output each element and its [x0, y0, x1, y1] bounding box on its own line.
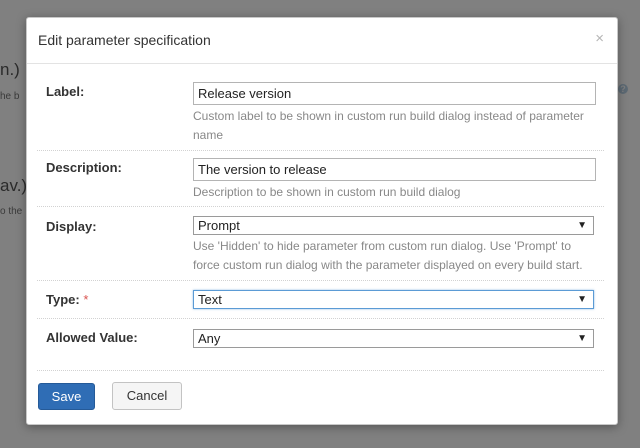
type-control: Text ▼ [193, 290, 596, 309]
dropdown-arrow-icon: ▼ [577, 333, 587, 344]
type-select[interactable]: Text ▼ [193, 290, 594, 309]
description-help-text: Description to be shown in custom run bu… [193, 185, 461, 199]
background-subtext: he b [0, 91, 20, 102]
allowed-value-row: Allowed Value: Any ▼ [37, 318, 604, 371]
display-field-label: Display: [46, 219, 97, 234]
description-control: The version to release Description to be… [193, 158, 596, 202]
allowed-value-select-value: Any [198, 331, 221, 346]
label-control: Release version Custom label to be shown… [193, 82, 596, 145]
question-icon: ? [618, 84, 628, 94]
type-select-value: Text [198, 292, 222, 307]
label-help-text: Custom label to be shown in custom run b… [193, 109, 584, 142]
dialog-title: Edit parameter specification [38, 32, 211, 48]
dialog-header: Edit parameter specification × [27, 18, 617, 64]
label-input[interactable]: Release version [193, 82, 596, 105]
save-button[interactable]: Save [38, 383, 95, 410]
type-field-label: Type: * [46, 292, 88, 307]
dropdown-arrow-icon: ▼ [577, 294, 587, 305]
background-heading: av.) [0, 176, 28, 195]
close-icon[interactable]: × [595, 30, 604, 47]
background-subtext: o the [0, 206, 23, 217]
description-input[interactable]: The version to release [193, 158, 596, 181]
display-select[interactable]: Prompt ▼ [193, 216, 594, 235]
description-row: Description: The version to release Desc… [37, 150, 604, 207]
background-heading: n.) [0, 60, 20, 79]
dropdown-arrow-icon: ▼ [577, 220, 587, 231]
label-field-label: Label: [46, 84, 85, 99]
allowed-value-field-label: Allowed Value: [46, 330, 138, 345]
display-help-text: Use 'Hidden' to hide parameter from cust… [193, 239, 583, 272]
type-row: Type: * Text ▼ [37, 280, 604, 319]
display-row: Display: Prompt ▼ Use 'Hidden' to hide p… [37, 206, 604, 281]
display-select-value: Prompt [198, 218, 240, 233]
cancel-button[interactable]: Cancel [112, 382, 182, 410]
allowed-value-control: Any ▼ [193, 329, 596, 348]
edit-parameter-dialog: Edit parameter specification × Label: Re… [26, 17, 618, 425]
required-marker: * [83, 292, 89, 307]
label-row: Label: Release version Custom label to b… [37, 76, 604, 151]
type-label-text: Type: [46, 292, 80, 307]
allowed-value-select[interactable]: Any ▼ [193, 329, 594, 348]
description-field-label: Description: [46, 160, 122, 175]
display-control: Prompt ▼ Use 'Hidden' to hide parameter … [193, 216, 596, 275]
